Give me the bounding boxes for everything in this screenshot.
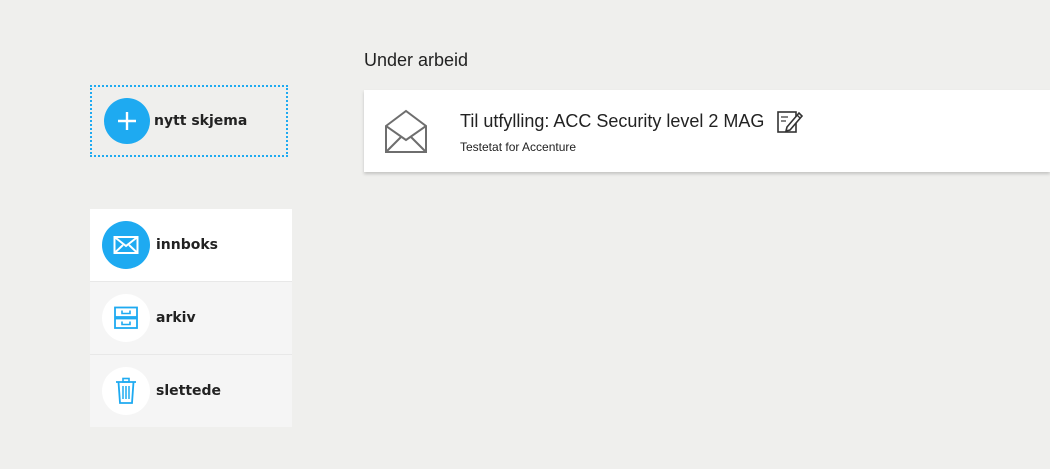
message-text: Til utfylling: ACC Security level 2 MAG … xyxy=(460,108,804,154)
section-title: Under arbeid xyxy=(364,50,469,70)
archive-icon xyxy=(102,294,150,342)
sidebar-item-arkiv[interactable]: arkiv xyxy=(90,282,292,355)
trash-icon xyxy=(102,367,150,415)
sidebar-item-label: slettede xyxy=(156,383,222,399)
sidebar-item-slettede[interactable]: slettede xyxy=(90,355,292,427)
sidebar-item-innboks[interactable]: innboks xyxy=(90,209,292,282)
mail-icon xyxy=(102,221,150,269)
plus-icon xyxy=(104,98,150,144)
edit-icon xyxy=(776,108,804,134)
sidebar-item-label: arkiv xyxy=(156,310,196,326)
sidebar-nav: innboks arkiv slettede xyxy=(90,209,292,427)
message-title: Til utfylling: ACC Security level 2 MAG xyxy=(460,110,765,131)
message-card[interactable]: Til utfylling: ACC Security level 2 MAG … xyxy=(364,90,1050,172)
new-form-button[interactable]: nytt skjema xyxy=(90,85,288,157)
new-form-label: nytt skjema xyxy=(154,113,248,129)
sidebar-item-label: innboks xyxy=(156,237,219,253)
message-title-row: Til utfylling: ACC Security level 2 MAG xyxy=(460,108,804,134)
message-subtitle: Testetat for Accenture xyxy=(460,140,577,154)
envelope-open-icon xyxy=(384,108,428,154)
